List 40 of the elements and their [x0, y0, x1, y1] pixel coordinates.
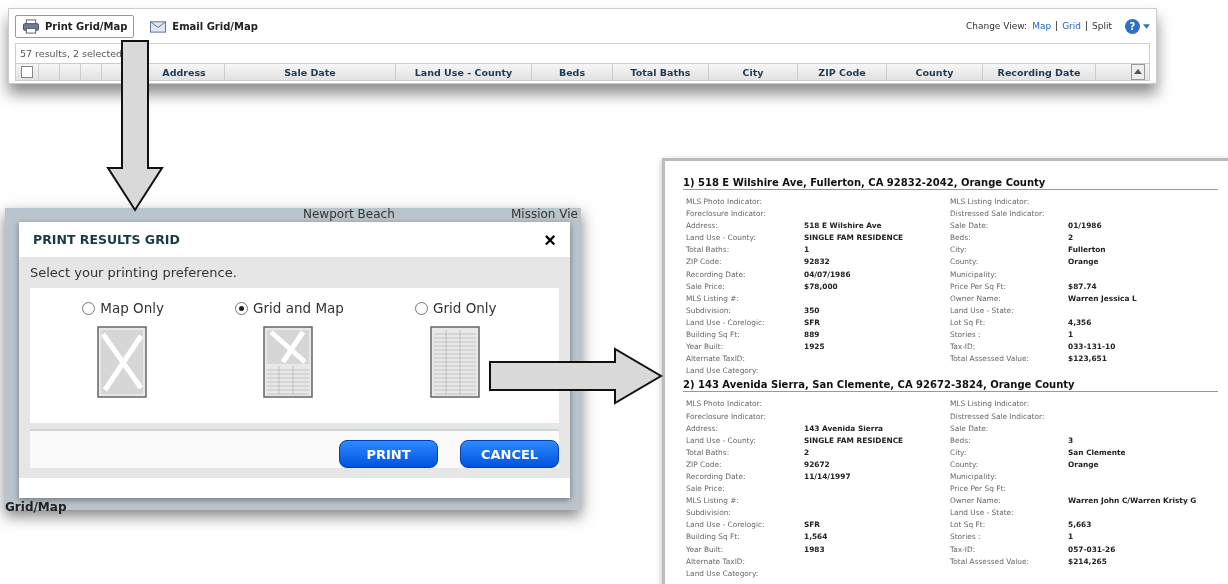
dialog-button[interactable]: PRINT: [339, 440, 438, 468]
dialog-title: PRINT RESULTS GRID: [33, 232, 180, 247]
column-header[interactable]: Recording Date: [997, 66, 1081, 78]
dialog-button[interactable]: CANCEL: [460, 440, 559, 468]
close-button[interactable]: ×: [544, 229, 556, 250]
radio-button[interactable]: [82, 301, 96, 315]
radio-option[interactable]: Grid and Map: [235, 300, 344, 316]
results-summary: 57 results, 2 selected: [19, 47, 124, 61]
radio-option[interactable]: Grid Only: [415, 300, 497, 316]
radio-option[interactable]: Map Only: [82, 300, 164, 316]
radio-button[interactable]: [235, 301, 249, 315]
record-title: 1) 518 E Wilshire Ave, Fullerton, CA 92832-2042, Orange County: [683, 177, 1218, 190]
map-page-icon: [97, 326, 150, 400]
panel-title: Grid/Map: [5, 500, 67, 514]
map-label: Newport Beach: [303, 208, 395, 220]
radio-button[interactable]: [415, 301, 429, 315]
map-label: Mission Vie: [511, 208, 578, 220]
envelope-icon: [149, 18, 168, 34]
change-view-label: Change View:: [965, 21, 1028, 31]
column-header[interactable]: ZIP Code: [818, 66, 866, 78]
column-header[interactable]: Total Baths: [630, 66, 691, 78]
scroll-up-icon[interactable]: [1131, 64, 1145, 80]
column-header[interactable]: Beds: [558, 66, 586, 78]
record-title: 2) 143 Avenida Sierra, San Clemente, CA 92672-3824, Orange County: [683, 379, 1218, 393]
select-all-checkbox[interactable]: [21, 66, 33, 78]
view-link[interactable]: Grid: [1056, 21, 1082, 31]
view-link[interactable]: Map: [1032, 21, 1052, 31]
help-button[interactable]: ?: [1125, 18, 1140, 34]
grid-page-icon: [429, 326, 482, 400]
printer-icon: [22, 18, 40, 34]
column-header[interactable]: City: [742, 66, 764, 78]
column-header[interactable]: Land Use - County: [414, 66, 513, 78]
toolbar-button[interactable]: Print Grid/Map: [15, 14, 135, 38]
column-header[interactable]: County: [915, 66, 954, 78]
column-header[interactable]: Sale Date: [284, 66, 336, 78]
caret-icon[interactable]: [1143, 23, 1150, 29]
column-header[interactable]: Address: [162, 66, 206, 78]
dialog-prompt: Select your printing preference.: [30, 265, 238, 280]
map-and-grid-page-icon: [263, 326, 316, 400]
view-link[interactable]: Split: [1086, 21, 1112, 31]
